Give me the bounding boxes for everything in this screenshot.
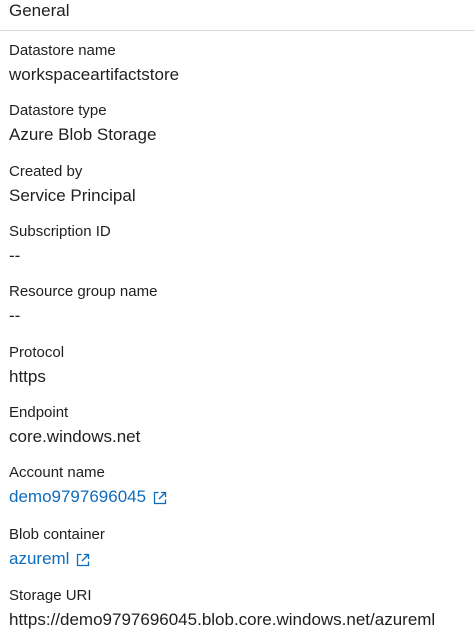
general-section-header: General (9, 1, 70, 20)
resource-group-value: -- (9, 306, 21, 325)
created-by-label: Created by (9, 163, 83, 180)
blob-container-link-text[interactable]: azureml (9, 548, 69, 570)
subscription-id-value: -- (9, 246, 21, 265)
external-link-icon[interactable] (76, 553, 90, 567)
protocol-label: Protocol (9, 344, 65, 361)
external-link-icon[interactable] (153, 491, 167, 505)
storage-uri-label: Storage URI (9, 587, 92, 604)
created-by-value: Service Principal (9, 186, 136, 205)
protocol-field: Protocol https (9, 343, 469, 388)
datastore-type-field: Datastore type Azure Blob Storage (9, 101, 469, 146)
account-name-field: Account name demo9797696045 (9, 463, 469, 508)
section-divider (0, 30, 474, 31)
endpoint-field: Endpoint core.windows.net (9, 403, 469, 448)
blob-container-label: Blob container (9, 526, 105, 543)
datastore-name-value: workspaceartifactstore (9, 65, 180, 84)
storage-uri-value: https://demo9797696045.blob.core.windows… (9, 610, 436, 629)
subscription-id-field: Subscription ID -- (9, 222, 469, 267)
datastore-name-field: Datastore name workspaceartifactstore (9, 41, 469, 86)
created-by-field: Created by Service Principal (9, 162, 469, 207)
account-name-label: Account name (9, 464, 105, 481)
blob-container-link[interactable]: azureml (9, 548, 90, 570)
blob-container-field: Blob container azureml (9, 525, 469, 570)
datastore-type-label: Datastore type (9, 102, 107, 119)
account-name-link[interactable]: demo9797696045 (9, 486, 167, 508)
storage-uri-field: Storage URI https://demo9797696045.blob.… (9, 586, 469, 631)
datastore-type-value: Azure Blob Storage (9, 125, 157, 144)
protocol-value: https (9, 367, 46, 386)
resource-group-field: Resource group name -- (9, 282, 469, 327)
endpoint-label: Endpoint (9, 404, 69, 421)
datastore-name-label: Datastore name (9, 42, 116, 59)
resource-group-label: Resource group name (9, 283, 158, 300)
subscription-id-label: Subscription ID (9, 223, 111, 240)
account-name-link-text[interactable]: demo9797696045 (9, 486, 146, 508)
endpoint-value: core.windows.net (9, 427, 141, 446)
